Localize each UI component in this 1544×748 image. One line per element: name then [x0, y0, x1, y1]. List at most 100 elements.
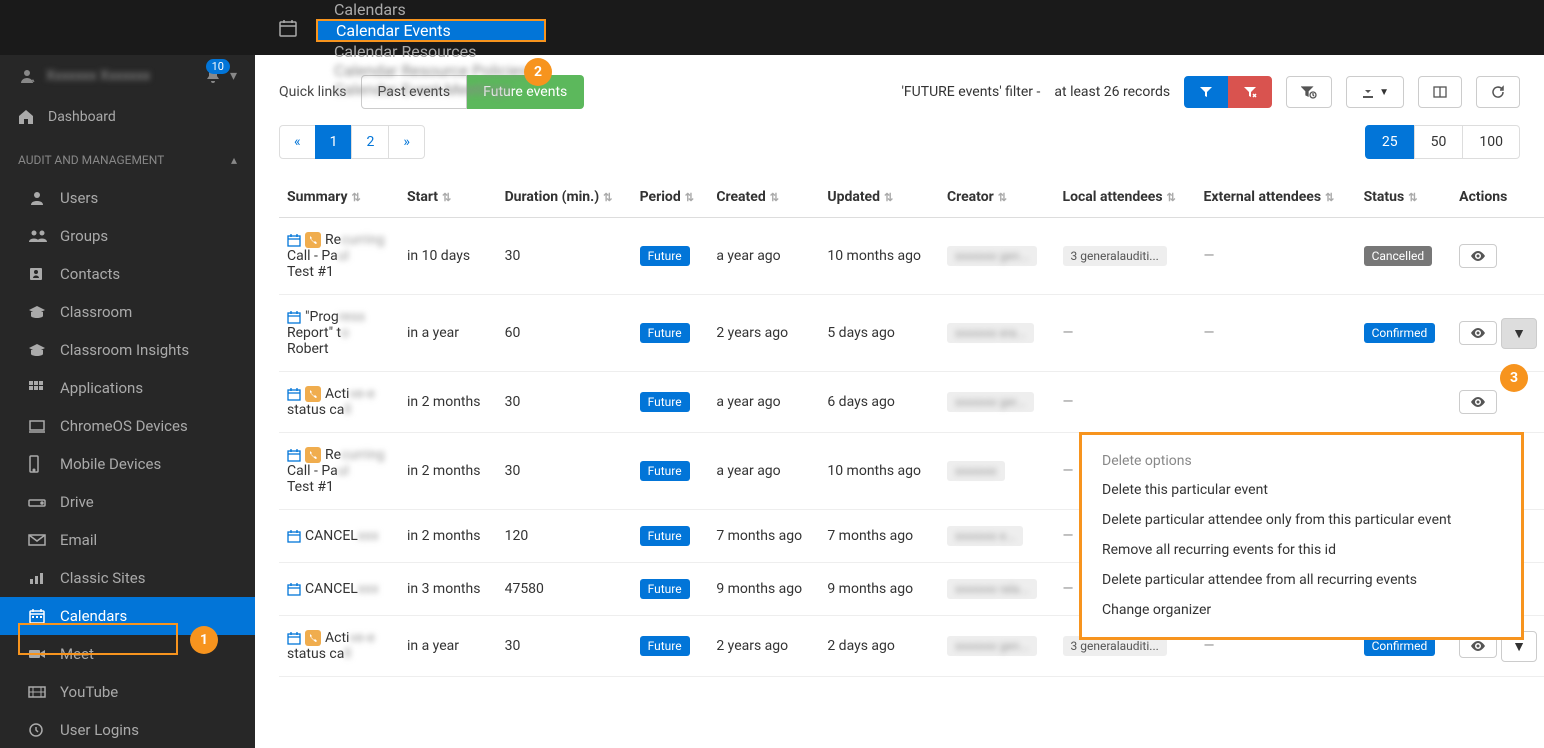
updated-cell: 5 days ago: [819, 295, 939, 372]
page-2[interactable]: 2: [351, 125, 389, 159]
phone-icon: [305, 630, 321, 646]
duration-cell: 30: [497, 616, 632, 677]
created-cell: 2 years ago: [708, 616, 819, 677]
chevron-up-icon: ▴: [231, 153, 237, 167]
sidebar-item-applications[interactable]: Applications: [0, 369, 255, 407]
sidebar-item-mobile-devices[interactable]: Mobile Devices: [0, 445, 255, 483]
caret-down-icon: ▾: [230, 68, 237, 84]
dropdown-item[interactable]: Remove all recurring events for this id: [1082, 535, 1521, 565]
sidebar-item-user-logins[interactable]: User Logins: [0, 711, 255, 748]
creator-chip[interactable]: xxxxxxx gen...: [947, 246, 1037, 266]
home-icon: [18, 109, 36, 125]
columns-button[interactable]: [1418, 76, 1462, 108]
sidebar-item-contacts[interactable]: Contacts: [0, 255, 255, 293]
page-«[interactable]: «: [279, 125, 316, 159]
start-cell: in 2 months: [399, 372, 497, 433]
nav-icon: [28, 571, 48, 585]
calendar-icon: [287, 630, 301, 646]
creator-chip[interactable]: xxxxxxx ger...: [947, 392, 1034, 412]
view-button[interactable]: [1459, 390, 1497, 414]
nav-label: Email: [60, 531, 97, 549]
creator-chip[interactable]: xxxxxxx era...: [947, 323, 1034, 343]
creator-chip[interactable]: xxxxxxx rala...: [947, 579, 1037, 599]
dropdown-item[interactable]: Delete this particular event: [1082, 475, 1521, 505]
view-button[interactable]: [1459, 321, 1497, 345]
creator-chip[interactable]: xxxxxxx gen...: [947, 636, 1037, 656]
pagesize-25[interactable]: 25: [1365, 125, 1415, 159]
page-»[interactable]: »: [388, 125, 425, 159]
filter-label: 'FUTURE events' filter -: [901, 84, 1040, 100]
refresh-button[interactable]: [1476, 76, 1520, 108]
created-cell: 2 years ago: [708, 295, 819, 372]
updated-cell: 9 months ago: [819, 563, 939, 616]
pagesize-50[interactable]: 50: [1414, 125, 1464, 159]
notifications-bell[interactable]: 10: [204, 67, 222, 85]
notification-badge: 10: [206, 59, 230, 74]
column-header[interactable]: Actions: [1451, 177, 1544, 218]
clear-filter-button[interactable]: [1228, 76, 1272, 108]
tab-calendar-resources[interactable]: Calendar Resources: [316, 42, 546, 61]
table-row: Active-estatus callin 2 months30Futurea …: [279, 372, 1544, 433]
sidebar-item-drive[interactable]: Drive: [0, 483, 255, 521]
column-header[interactable]: Summary⇅: [279, 177, 399, 218]
column-header[interactable]: Creator⇅: [939, 177, 1055, 218]
sidebar-item-dashboard[interactable]: Dashboard: [0, 97, 255, 137]
schedule-filter-button[interactable]: [1286, 76, 1332, 108]
actions-dropdown-button[interactable]: ▼: [1501, 318, 1537, 349]
pagesize-100[interactable]: 100: [1462, 125, 1520, 159]
section-header-audit[interactable]: AUDIT AND MANAGEMENT ▴: [0, 137, 255, 179]
column-header[interactable]: Updated⇅: [819, 177, 939, 218]
sidebar-item-groups[interactable]: Groups: [0, 217, 255, 255]
start-cell: in 2 months: [399, 433, 497, 510]
dropdown-item[interactable]: Delete particular attendee from all recu…: [1082, 565, 1521, 595]
status-badge: Confirmed: [1364, 323, 1436, 343]
sidebar-user[interactable]: Xxxxxxx Xxxxxxx 10 ▾: [0, 55, 255, 97]
sidebar-item-chromeos-devices[interactable]: ChromeOS Devices: [0, 407, 255, 445]
creator-chip[interactable]: xxxxxxx: [947, 461, 1005, 481]
tab-calendar-event-meetings[interactable]: Calendar Event Meetings: [316, 80, 546, 99]
phone-icon: [305, 386, 321, 402]
phone-icon: [305, 232, 321, 248]
period-chip: Future: [640, 246, 690, 266]
nav-label: Users: [60, 189, 98, 207]
tab-calendar-events[interactable]: Calendar Events: [316, 19, 546, 42]
column-header[interactable]: Period⇅: [632, 177, 709, 218]
records-count: at least 26 records: [1054, 84, 1170, 100]
nav-icon: [28, 496, 48, 508]
nav-icon: [28, 648, 48, 660]
attendee-chip[interactable]: 3 generalauditi...: [1063, 246, 1167, 266]
nav-icon: [28, 380, 48, 396]
dropdown-item[interactable]: Change organizer: [1082, 595, 1521, 625]
page-1[interactable]: 1: [315, 125, 353, 159]
creator-chip[interactable]: xxxxxxx e...: [947, 526, 1024, 546]
column-header[interactable]: Local attendees⇅: [1055, 177, 1196, 218]
column-header[interactable]: Created⇅: [708, 177, 819, 218]
column-header[interactable]: External attendees⇅: [1196, 177, 1356, 218]
caret-down-icon: ▼: [1379, 87, 1389, 98]
tab-calendar-resource-policies[interactable]: Calendar Resource Policies: [316, 61, 546, 80]
nav-label: Meet: [60, 645, 94, 663]
column-header[interactable]: Duration (min.)⇅: [497, 177, 632, 218]
tab-calendars[interactable]: Calendars: [316, 0, 546, 19]
column-header[interactable]: Status⇅: [1356, 177, 1452, 218]
nav-label: Mobile Devices: [60, 455, 161, 473]
sort-icon: ⇅: [1408, 191, 1417, 204]
nav-icon: [28, 305, 48, 319]
sidebar-item-classic-sites[interactable]: Classic Sites: [0, 559, 255, 597]
sort-icon: ⇅: [998, 191, 1007, 204]
filter-button[interactable]: [1184, 76, 1228, 108]
export-button[interactable]: ▼: [1346, 76, 1404, 108]
sidebar-item-calendars[interactable]: Calendars: [0, 597, 255, 635]
sort-icon: ⇅: [685, 191, 694, 204]
period-chip: Future: [640, 461, 690, 481]
sidebar-item-classroom[interactable]: Classroom: [0, 293, 255, 331]
column-header[interactable]: Start⇅: [399, 177, 497, 218]
view-button[interactable]: [1459, 244, 1497, 268]
sidebar-item-users[interactable]: Users: [0, 179, 255, 217]
sidebar-item-classroom-insights[interactable]: Classroom Insights: [0, 331, 255, 369]
start-cell: in a year: [399, 295, 497, 372]
sidebar-item-youtube[interactable]: YouTube: [0, 673, 255, 711]
section-label: AUDIT AND MANAGEMENT: [18, 153, 164, 167]
dropdown-item[interactable]: Delete particular attendee only from thi…: [1082, 505, 1521, 535]
sidebar-item-email[interactable]: Email: [0, 521, 255, 559]
